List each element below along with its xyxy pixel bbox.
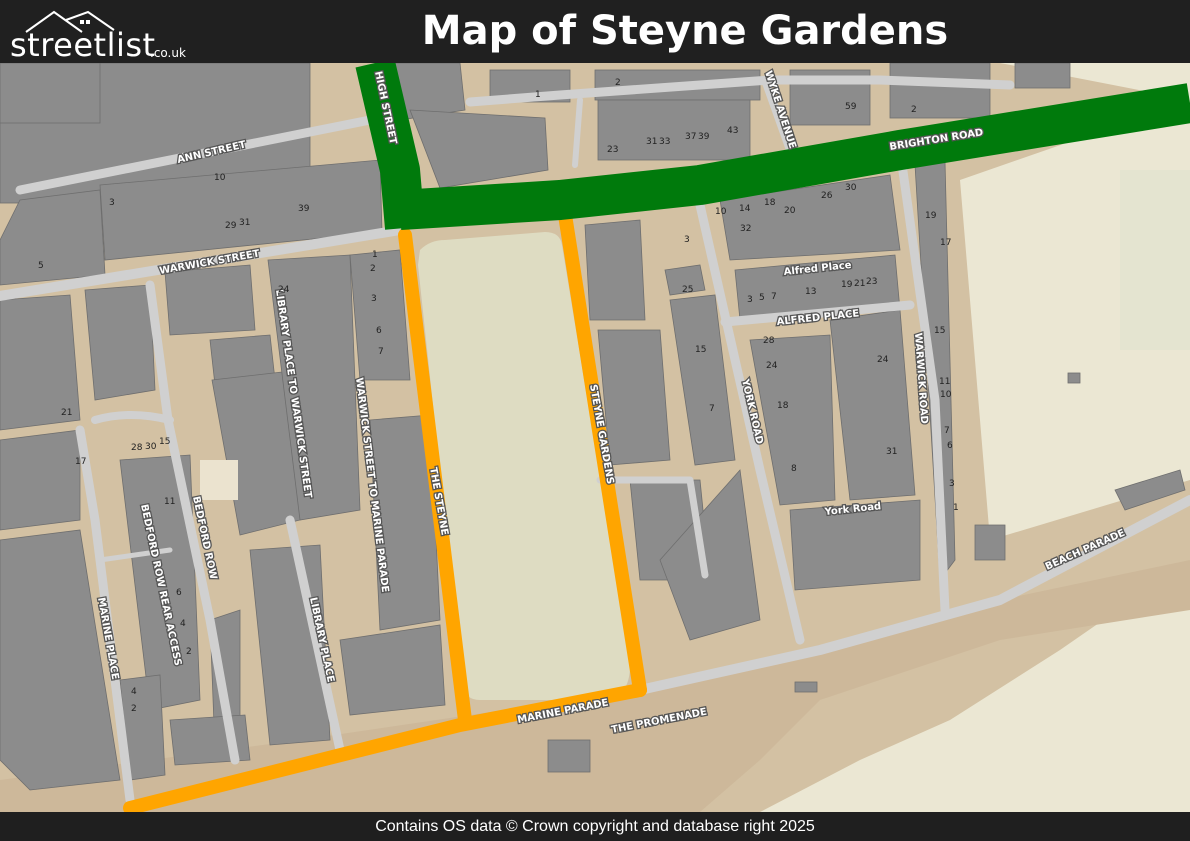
house-number: 7: [378, 347, 384, 357]
house-number: 5: [759, 293, 765, 303]
park-patch: [1120, 170, 1190, 350]
attribution-footer: Contains OS data © Crown copyright and d…: [0, 812, 1190, 841]
house-number: 3: [747, 295, 753, 305]
house-number: 2: [186, 647, 192, 657]
house-number: 23: [866, 277, 877, 287]
yard-patch: [200, 460, 238, 500]
house-number: 31: [646, 137, 657, 147]
house-number: 5: [38, 261, 44, 271]
house-number: 4: [180, 619, 186, 629]
house-number: 32: [740, 224, 751, 234]
house-number: 6: [947, 441, 953, 451]
house-number: 26: [821, 191, 833, 201]
house-number: 10: [214, 173, 226, 183]
house-number: 7: [771, 292, 777, 302]
house-number: 3: [949, 479, 955, 489]
house-number: 31: [886, 447, 897, 457]
house-number: 43: [727, 126, 738, 136]
house-number: 7: [709, 404, 715, 414]
house-number: 3: [109, 198, 115, 208]
house-number: 20: [784, 206, 796, 216]
house-number: 8: [791, 464, 797, 474]
house-number: 33: [659, 137, 670, 147]
house-number: 21: [854, 279, 865, 289]
house-number: 21: [61, 408, 72, 418]
house-number: 10: [715, 207, 727, 217]
house-number: 17: [75, 457, 86, 467]
house-number: 6: [176, 588, 182, 598]
house-number: 25: [682, 285, 693, 295]
house-number: 3: [684, 235, 690, 245]
house-number: 15: [695, 345, 706, 355]
house-number: 39: [698, 132, 710, 142]
house-number: 39: [298, 204, 310, 214]
house-number: 19: [841, 280, 853, 290]
streetlist-logo[interactable]: streetlist .co.uk: [4, 4, 186, 64]
house-number: 4: [131, 687, 137, 697]
house-number: 10: [940, 390, 952, 400]
house-number: 28: [763, 336, 775, 346]
house-number: 18: [764, 198, 776, 208]
house-number: 24: [877, 355, 889, 365]
house-number: 3: [371, 294, 377, 304]
logo-brand-text: streetlist: [10, 26, 156, 64]
house-number: 19: [925, 211, 937, 221]
house-number: 18: [777, 401, 789, 411]
house-number: 24: [766, 361, 778, 371]
house-number: 11: [939, 377, 950, 387]
street-map[interactable]: HIGH STREET ANN STREET WARWICK STREET BR…: [0, 63, 1190, 812]
house-number: 30: [145, 442, 157, 452]
house-number: 31: [239, 218, 250, 228]
house-number: 59: [845, 102, 857, 112]
house-number: 2: [370, 264, 376, 274]
house-number: 2: [131, 704, 137, 714]
house-number: 6: [376, 326, 382, 336]
house-number: 15: [934, 326, 945, 336]
logo-domain-text: .co.uk: [150, 46, 186, 60]
house-number: 29: [225, 221, 237, 231]
house-number: 2: [911, 105, 917, 115]
house-number: 1: [535, 90, 541, 100]
house-number: 15: [159, 437, 170, 447]
house-number: 30: [845, 183, 857, 193]
house-number: 7: [944, 426, 950, 436]
house-number: 28: [131, 443, 143, 453]
house-number: 11: [164, 497, 175, 507]
house-number: 1: [372, 250, 378, 260]
house-number: 17: [940, 238, 951, 248]
house-number: 23: [607, 145, 618, 155]
house-number: 37: [685, 132, 696, 142]
house-number: 13: [805, 287, 816, 297]
header-bar: streetlist .co.uk Map of Steyne Gardens: [0, 0, 1190, 64]
page-title: Map of Steyne Gardens: [421, 8, 949, 54]
house-number: 14: [739, 204, 751, 214]
house-number: 24: [278, 285, 290, 295]
house-number: 2: [615, 78, 621, 88]
house-number: 1: [953, 503, 959, 513]
